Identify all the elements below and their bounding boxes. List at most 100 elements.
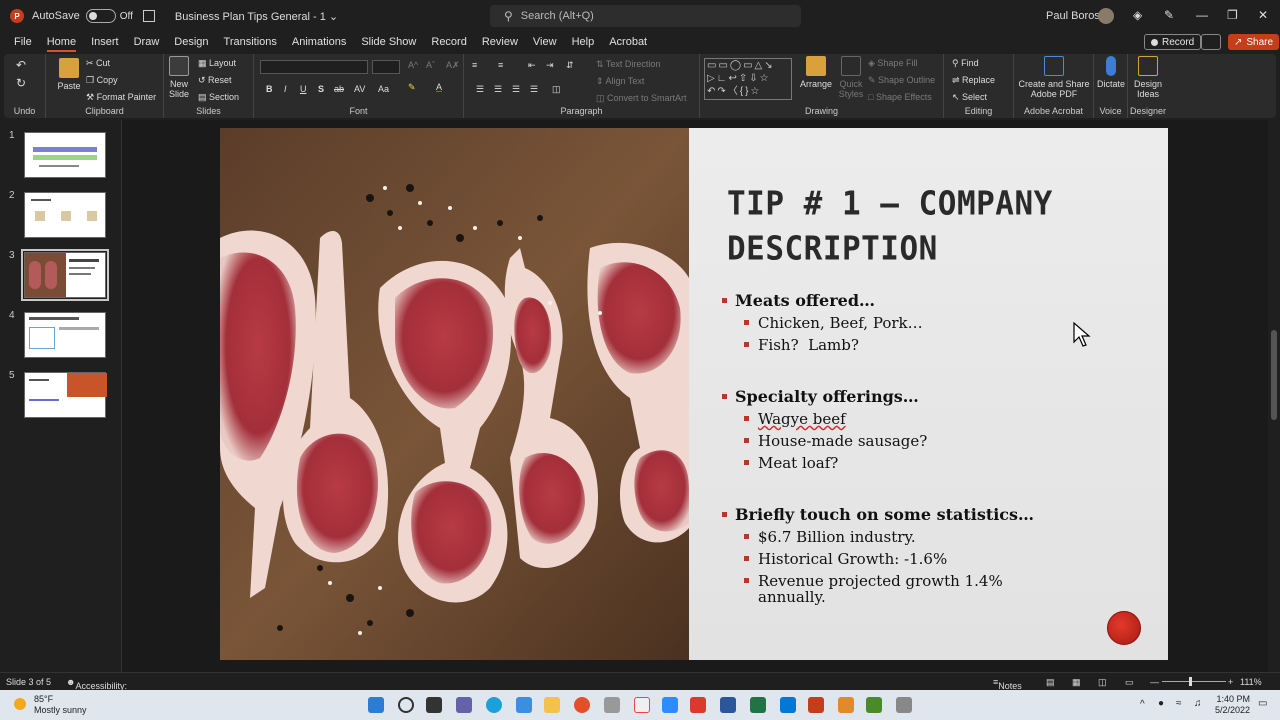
diamond-icon[interactable]: ◈ <box>1133 8 1142 22</box>
zoom-level[interactable]: 111% <box>1240 677 1262 687</box>
slide-thumbnail-3[interactable] <box>21 249 109 301</box>
convert-smartart-button[interactable]: ◫ Convert to SmartArt <box>596 93 687 104</box>
restore-icon[interactable]: ❐ <box>1227 8 1238 22</box>
reset-button[interactable]: ↺ Reset <box>198 75 232 86</box>
cut-button[interactable]: ✂ Cut <box>86 58 110 69</box>
wifi-icon[interactable]: ≈ <box>1176 698 1182 709</box>
tab-design[interactable]: Design <box>174 36 208 48</box>
app-gray-icon[interactable] <box>896 697 912 713</box>
slide-title[interactable]: TIP # 1 – COMPANY DESCRIPTION <box>727 182 1127 272</box>
accessibility-button[interactable]: ☻ Accessibility: Investigate <box>66 677 127 701</box>
scrollbar-thumb[interactable] <box>1271 330 1277 420</box>
normal-view-icon[interactable]: ▤ <box>1046 677 1055 688</box>
comments-button[interactable] <box>1201 34 1221 50</box>
shapes-gallery[interactable]: ▭▭◯▭△↘ ▷∟↩⇧⇩☆ ↶↷〈{}☆ <box>704 58 792 100</box>
app-red-icon[interactable] <box>690 697 706 713</box>
edge-icon[interactable] <box>486 697 502 713</box>
format-painter-button[interactable]: ⚒ Format Painter <box>86 92 156 103</box>
redo-icon[interactable]: ↻ <box>16 76 26 90</box>
system-clock[interactable]: 1:40 PM 5/2/2022 <box>1214 694 1250 716</box>
chrome-icon[interactable] <box>574 697 590 713</box>
character-spacing-icon[interactable]: AV <box>354 84 365 94</box>
bold-button[interactable]: B <box>266 84 273 94</box>
slide-thumbnail-1[interactable] <box>24 132 106 178</box>
copy-button[interactable]: ❐ Copy <box>86 75 118 86</box>
file-explorer-icon[interactable] <box>544 697 560 713</box>
replace-button[interactable]: ⇌ Replace <box>952 75 995 86</box>
tab-home[interactable]: Home <box>46 36 77 52</box>
avatar[interactable] <box>1098 8 1114 24</box>
undo-icon[interactable]: ↶ <box>16 58 26 72</box>
slide-thumbnail-5[interactable] <box>24 372 107 418</box>
store-icon[interactable] <box>516 697 532 713</box>
save-icon[interactable] <box>142 10 155 22</box>
tab-animations[interactable]: Animations <box>292 36 346 48</box>
slide-sorter-icon[interactable]: ▦ <box>1072 677 1081 688</box>
close-icon[interactable]: ✕ <box>1258 8 1268 22</box>
italic-button[interactable]: I <box>284 84 287 94</box>
powerpoint-taskbar-icon[interactable] <box>808 697 824 713</box>
strikethrough-button[interactable]: ab <box>334 84 344 94</box>
font-color-icon[interactable]: A <box>436 82 442 92</box>
zoom-app-icon[interactable] <box>662 697 678 713</box>
zoom-in-icon[interactable]: + <box>1228 677 1233 687</box>
text-direction-button[interactable]: ⇅ Text Direction <box>596 59 660 70</box>
find-button[interactable]: ⚲ Find <box>952 58 979 69</box>
excel-icon[interactable] <box>750 697 766 713</box>
search-taskbar-icon[interactable] <box>398 697 414 713</box>
align-right-icon[interactable]: ☰ <box>512 84 520 95</box>
clear-formatting-icon[interactable]: A✗ <box>446 60 460 71</box>
slide-thumbnail-2[interactable] <box>24 192 106 238</box>
app-green-icon[interactable] <box>866 697 882 713</box>
slide[interactable]: TIP # 1 – COMPANY DESCRIPTION Meats offe… <box>220 128 1168 660</box>
increase-font-icon[interactable]: A^ <box>408 60 418 70</box>
app-orange-icon[interactable] <box>838 697 854 713</box>
app-icon[interactable] <box>604 697 620 713</box>
tab-record[interactable]: Record <box>431 36 466 48</box>
create-share-pdf-button[interactable]: Create and Share Adobe PDF <box>1018 56 1090 99</box>
align-text-button[interactable]: ⇕ Align Text <box>596 76 644 87</box>
teams-icon[interactable] <box>456 697 472 713</box>
tray-chevron-icon[interactable]: ^ <box>1140 699 1145 710</box>
document-title[interactable]: Business Plan Tips General - 1 ⌄ <box>175 10 338 23</box>
tab-acrobat[interactable]: Acrobat <box>609 36 647 48</box>
weather-widget[interactable]: 85°F Mostly sunny <box>34 694 87 716</box>
search-input[interactable]: ⚲ Search (Alt+Q) <box>490 5 801 27</box>
tab-transitions[interactable]: Transitions <box>224 36 277 48</box>
notification-icon[interactable]: ▭ <box>1258 698 1267 709</box>
tab-review[interactable]: Review <box>482 36 518 48</box>
tab-draw[interactable]: Draw <box>134 36 160 48</box>
windows-start-icon[interactable] <box>368 697 384 713</box>
numbering-icon[interactable]: ≡ <box>498 60 503 70</box>
tab-help[interactable]: Help <box>572 36 595 48</box>
zoom-slider-thumb[interactable] <box>1189 677 1192 686</box>
increase-indent-icon[interactable]: ⇥ <box>546 60 554 71</box>
columns-icon[interactable]: ◫ <box>552 84 561 95</box>
shadow-button[interactable]: S <box>318 84 324 94</box>
slideshow-icon[interactable]: ▭ <box>1125 677 1134 688</box>
shape-fill-button[interactable]: ◈ Shape Fill <box>868 58 917 69</box>
quick-styles-button[interactable]: Quick Styles <box>836 56 866 99</box>
tab-view[interactable]: View <box>533 36 557 48</box>
change-case-button[interactable]: Aa <box>378 84 389 94</box>
tab-file[interactable]: File <box>14 36 32 48</box>
microphone-tray-icon[interactable]: ● <box>1158 698 1164 709</box>
layout-button[interactable]: ▦ Layout <box>198 58 236 69</box>
section-button[interactable]: ▤ Section <box>198 92 239 103</box>
align-left-icon[interactable]: ☰ <box>476 84 484 95</box>
volume-icon[interactable]: ♫ <box>1194 698 1202 709</box>
paste-button[interactable]: Paste <box>52 58 86 91</box>
shape-effects-button[interactable]: □ Shape Effects <box>868 92 932 102</box>
snip-icon[interactable] <box>634 697 650 713</box>
shape-outline-button[interactable]: ✎ Shape Outline <box>868 75 935 86</box>
font-size-select[interactable] <box>372 60 400 74</box>
tab-slide-show[interactable]: Slide Show <box>361 36 416 48</box>
tab-insert[interactable]: Insert <box>91 36 119 48</box>
font-family-select[interactable] <box>260 60 368 74</box>
dictate-button[interactable]: Dictate <box>1096 56 1126 89</box>
zoom-slider[interactable] <box>1162 681 1226 682</box>
vertical-scrollbar[interactable] <box>1268 120 1280 672</box>
design-ideas-button[interactable]: Design Ideas <box>1130 56 1166 99</box>
minimize-icon[interactable]: — <box>1196 8 1208 22</box>
autosave-toggle[interactable] <box>85 9 116 23</box>
